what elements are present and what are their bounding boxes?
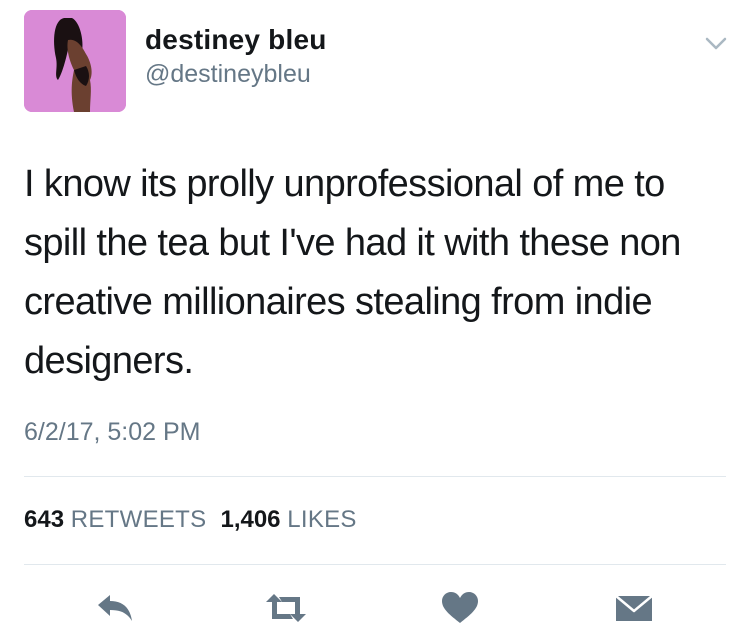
retweets-count: 643 xyxy=(24,506,65,533)
tweet-text: I know its prolly unprofessional of me t… xyxy=(24,163,681,382)
chevron-down-icon[interactable] xyxy=(700,34,732,54)
retweet-icon xyxy=(266,594,306,622)
likes-stat[interactable]: 1,406 LIKES xyxy=(220,506,356,533)
divider xyxy=(24,564,726,565)
retweets-stat[interactable]: 643 RETWEETS xyxy=(24,506,206,533)
avatar[interactable] xyxy=(24,10,126,112)
reply-icon xyxy=(98,595,132,621)
like-button[interactable] xyxy=(438,590,482,626)
tweet-timestamp[interactable]: 6/2/17, 5:02 PM xyxy=(24,418,201,447)
heart-icon xyxy=(442,592,478,623)
tweet-card: destiney bleu @destineybleu I know its p… xyxy=(0,0,750,641)
likes-count: 1,406 xyxy=(220,506,281,533)
likes-label: LIKES xyxy=(287,506,357,533)
divider xyxy=(24,476,726,477)
avatar-photo xyxy=(24,10,126,112)
retweets-label: RETWEETS xyxy=(70,506,207,533)
user-handle[interactable]: @destineybleu xyxy=(145,60,311,89)
display-name[interactable]: destiney bleu xyxy=(145,24,327,56)
tweet-stats: 643 RETWEETS 1,406 LIKES xyxy=(24,506,357,534)
direct-message-button[interactable] xyxy=(612,590,656,626)
retweet-button[interactable] xyxy=(264,590,308,626)
envelope-icon xyxy=(615,595,653,621)
reply-button[interactable] xyxy=(94,590,138,626)
